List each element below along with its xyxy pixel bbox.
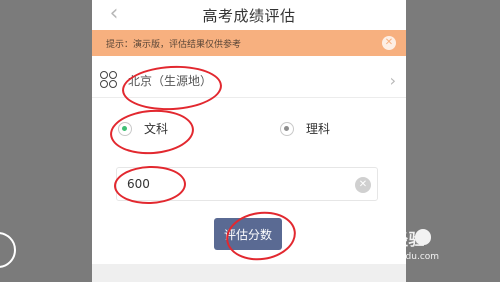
baidu-watermark-logo: Bai 经验 jingyan.baidu.com	[356, 226, 496, 276]
radio-label-liberal: 文科	[144, 122, 169, 136]
score-field: ✕	[116, 167, 378, 201]
page-title: 高考成绩评估	[202, 6, 296, 25]
notice-banner: 提示：演示版，评估结果仅供参考 ✕	[92, 30, 406, 56]
top-bar: ‹ 高考成绩评估	[92, 0, 406, 30]
radio-label-science: 理科	[306, 122, 331, 136]
radio-liberal-arts[interactable]: 文科	[118, 120, 168, 137]
close-icon[interactable]: ✕	[382, 36, 396, 50]
watermark-url: jingyan.baidu.com	[356, 252, 440, 262]
floating-circle-button[interactable]	[0, 232, 16, 268]
score-input[interactable]	[125, 176, 329, 192]
paw-icon	[415, 229, 431, 245]
radio-selected-icon	[118, 121, 132, 136]
subject-radio-group: 文科 理科	[92, 113, 406, 147]
notice-text: 提示：演示版，评估结果仅供参考	[106, 39, 242, 50]
evaluate-button[interactable]: 评估分数	[214, 218, 282, 250]
region-selector[interactable]: 北京（生源地） ›	[92, 63, 406, 98]
back-icon[interactable]: ‹	[102, 2, 126, 26]
region-label: 北京（生源地）	[128, 73, 213, 88]
radio-science[interactable]: 理科	[280, 120, 330, 137]
radio-unselected-icon	[280, 121, 294, 136]
grid-icon	[100, 71, 118, 89]
clear-icon[interactable]: ✕	[355, 177, 371, 193]
chevron-right-icon: ›	[389, 71, 396, 90]
